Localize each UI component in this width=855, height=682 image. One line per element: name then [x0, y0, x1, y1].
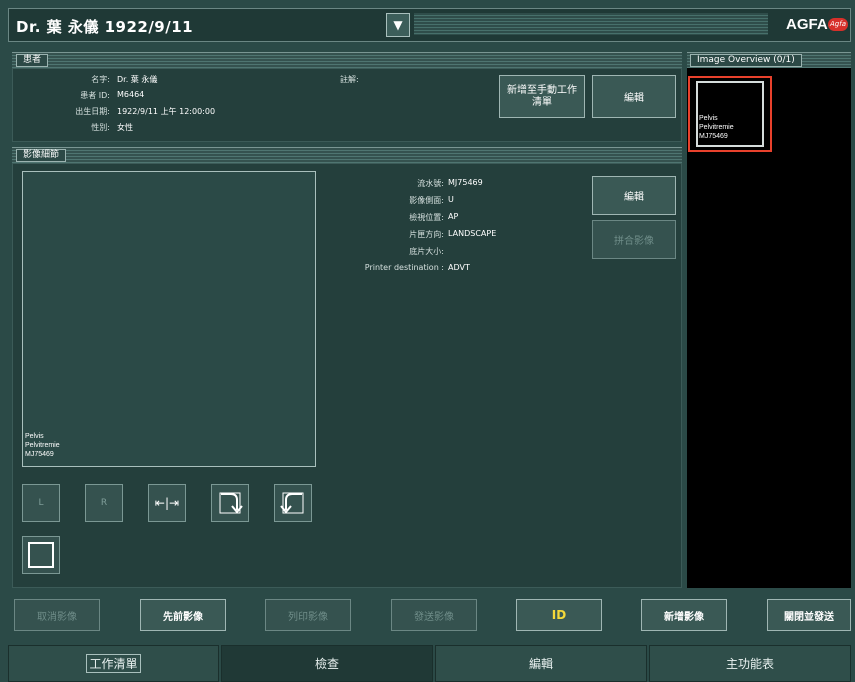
tab-main-menu[interactable]: 主功能表: [649, 645, 851, 682]
agfa-logo-text: AGFA: [786, 16, 828, 33]
field-label: 檢視位置:: [409, 213, 444, 222]
flip-horizontal-button[interactable]: ⇤|⇥: [148, 484, 186, 522]
rotate-right-button[interactable]: [211, 484, 249, 522]
dob-value: 1922/9/11 上午 12:00:00: [117, 107, 216, 116]
image-edit-button[interactable]: 編輯: [592, 176, 676, 215]
patient-id-value: M6464: [117, 90, 145, 99]
print-image-button[interactable]: 列印影像: [265, 599, 351, 631]
tab-edit[interactable]: 編輯: [435, 645, 647, 682]
patient-section-label: 患者: [16, 54, 49, 67]
dob-label: 出生日期:: [75, 107, 110, 116]
rotate-left-icon: [280, 492, 304, 514]
image-frame-button[interactable]: [22, 536, 60, 574]
image-details-header: [12, 147, 682, 163]
field-label: 影像側面:: [409, 196, 444, 205]
tab-examination[interactable]: 檢查: [221, 645, 433, 682]
close-and-send-button[interactable]: 關閉並發送: [767, 599, 851, 631]
rotate-left-button[interactable]: [274, 484, 312, 522]
field-label: 流水號:: [417, 179, 444, 188]
field-value: U: [448, 195, 454, 204]
id-button[interactable]: ID: [516, 599, 602, 631]
field-value: MJ75469: [448, 178, 483, 187]
preview-caption: Pelvis Pelvitremie MJ75469: [25, 433, 60, 458]
new-image-button[interactable]: 新增影像: [641, 599, 727, 631]
rotate-right-icon: [219, 492, 243, 514]
chevron-down-icon: ▼: [393, 18, 403, 32]
stitch-images-button[interactable]: 拼合影像: [592, 220, 676, 259]
field-value: ADVT: [448, 263, 470, 272]
flip-horizontal-icon: ⇤|⇥: [154, 496, 180, 510]
field-label: 底片大小:: [409, 247, 444, 256]
overview-thumbnail-caption: Pelvis Pelvitremie MJ75469: [699, 115, 734, 140]
field-value: LANDSCAPE: [448, 229, 497, 238]
field-label: Printer destination :: [364, 263, 444, 272]
right-marker-button[interactable]: R: [85, 484, 123, 522]
note-label: 註解:: [340, 75, 359, 84]
patient-edit-button[interactable]: 編輯: [592, 75, 676, 118]
square-frame-icon: [28, 542, 54, 568]
sex-label: 性別:: [91, 123, 110, 132]
name-value: Dr. 葉 永儀: [117, 75, 158, 84]
field-label: 片匣方向:: [409, 230, 444, 239]
title-dropdown-button[interactable]: ▼: [386, 13, 410, 37]
patient-section-header: [12, 52, 682, 68]
title-stripe-bar: [414, 13, 768, 35]
sex-value: 女性: [117, 123, 133, 132]
image-details-label: 影像細節: [16, 149, 67, 162]
tab-worklist[interactable]: 工作清單: [8, 645, 219, 682]
image-preview[interactable]: [22, 171, 316, 467]
agfa-logo-icon: Agfa: [828, 18, 848, 31]
field-value: AP: [448, 212, 459, 221]
patient-title: Dr. 葉 永儀 1922/9/11: [16, 18, 194, 36]
name-label: 名字:: [91, 75, 110, 84]
previous-image-button[interactable]: 先前影像: [140, 599, 226, 631]
cancel-image-button[interactable]: 取消影像: [14, 599, 100, 631]
add-to-manual-worklist-button[interactable]: 新增至手動工作清單: [499, 75, 585, 118]
patient-id-label: 患者 ID:: [80, 91, 110, 100]
left-marker-button[interactable]: L: [22, 484, 60, 522]
overview-title: Image Overview (0/1): [690, 54, 802, 67]
send-image-button[interactable]: 發送影像: [391, 599, 477, 631]
